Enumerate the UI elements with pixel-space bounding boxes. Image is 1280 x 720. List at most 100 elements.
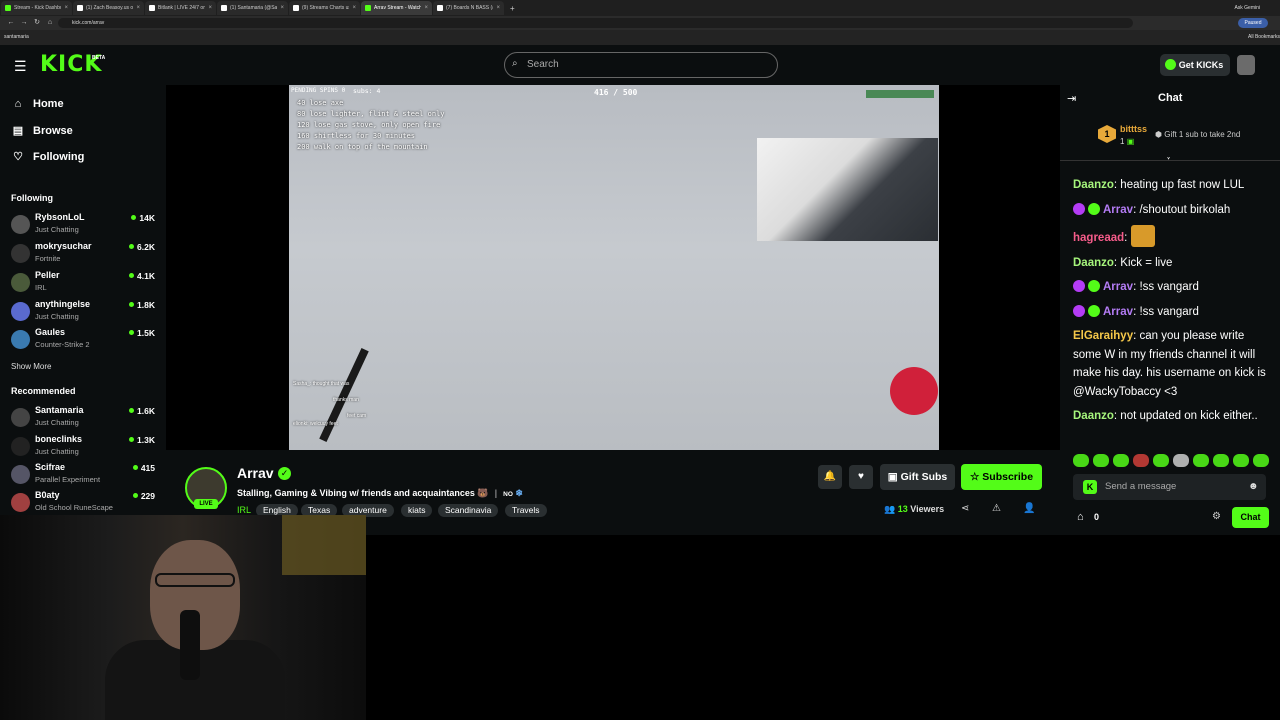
subscribe-button[interactable]: ☆ Subscribe [961, 464, 1042, 490]
browser-tab[interactable]: (7) Boards N BASS (@BoardsN× [433, 1, 504, 15]
chat-send-button[interactable]: Chat [1232, 507, 1269, 528]
report-icon[interactable]: ⚠ [992, 503, 1001, 514]
sidebar-item-home[interactable]: ⌂ Home [12, 98, 64, 110]
stream-tag[interactable]: Scandinavia [438, 504, 499, 517]
sidebar-item-following[interactable]: ♡ Following [12, 150, 84, 164]
tab-favicon-icon [221, 5, 227, 11]
home-icon: ⌂ [14, 98, 22, 110]
back-icon[interactable]: ← [6, 18, 16, 28]
sidebar-channel[interactable]: mokrysuchar Fortnite 6.2K [11, 241, 159, 267]
divider [1060, 160, 1280, 161]
sidebar-channel[interactable]: Peller IRL 4.1K [11, 270, 159, 296]
sidebar-channel[interactable]: Scifrae Parallel Experiment 415 [11, 462, 159, 488]
notification-bell-button[interactable]: 🔔 [818, 465, 842, 489]
tab-favicon-icon [437, 5, 443, 11]
url-field[interactable]: kick.com/arrav [58, 18, 1133, 28]
chat-username[interactable]: ElGaraihyy [1073, 330, 1133, 342]
chat-message-input[interactable]: Send a message [1073, 474, 1266, 500]
store-icon[interactable]: ⌂ [1077, 511, 1084, 523]
chat-message: Daanzo: heating up fast now LUL [1073, 179, 1245, 191]
close-icon[interactable]: × [352, 5, 356, 11]
chat-username[interactable]: Daanzo [1073, 257, 1114, 269]
bookmark-item[interactable]: santamaria [4, 34, 29, 40]
stream-tag[interactable]: Travels [505, 504, 547, 517]
close-icon[interactable]: × [424, 5, 428, 11]
sidebar-channel[interactable]: RybsonLoL Just Chatting 14K [11, 212, 159, 238]
tab-favicon-icon [5, 5, 11, 11]
emote-bar [1073, 454, 1273, 468]
sidebar-channel[interactable]: B0aty Old School RuneScape 229 [11, 490, 159, 516]
share-icon[interactable]: ⋖ [961, 503, 969, 514]
chat-username[interactable]: Daanzo [1073, 410, 1114, 422]
sidebar-channel[interactable]: anythingelse Just Chatting 1.8K [11, 299, 159, 325]
gift-sub-prompt[interactable]: ⬢ Gift 1 sub to take 2nd [1155, 130, 1240, 139]
browser-tab[interactable]: Stream - Kick Dashboard× [1, 1, 72, 15]
add-friend-icon[interactable]: 👤 [1023, 503, 1035, 514]
close-icon[interactable]: × [280, 5, 284, 11]
home-browser-icon[interactable]: ⌂ [45, 18, 55, 28]
sidebar-item-browse[interactable]: ▤ Browse [12, 124, 73, 138]
gear-icon[interactable]: ⚙ [1212, 511, 1221, 522]
chat-username[interactable]: Arrav [1103, 204, 1133, 216]
mic-badge-icon [1073, 304, 1085, 317]
browse-icon: ▤ [12, 125, 24, 137]
chat-username[interactable]: hagreaad [1073, 232, 1124, 244]
emote-button[interactable] [1113, 454, 1129, 467]
close-icon[interactable]: × [136, 5, 140, 11]
store-count: 0 [1094, 512, 1100, 522]
emote-button[interactable] [1153, 454, 1169, 467]
all-bookmarks-link[interactable]: All Bookmarks [1248, 34, 1280, 40]
sidebar-channel[interactable]: Gaules Counter-Strike 2 1.5K [11, 327, 159, 353]
video-facecam [757, 138, 938, 241]
recommended-section-title: Recommended [11, 386, 76, 396]
emote-button[interactable] [1133, 454, 1149, 467]
overlay-subs: subs: 4 [353, 87, 381, 95]
emote-button[interactable] [1193, 454, 1209, 467]
emote-button[interactable] [1233, 454, 1249, 467]
emote-button[interactable] [1073, 454, 1089, 467]
live-dot-icon [129, 244, 135, 249]
close-icon[interactable]: × [64, 5, 68, 11]
gift-icon: ▣ [887, 471, 901, 483]
menu-icon[interactable]: ☰ [14, 58, 27, 75]
emoji-icon[interactable]: ☻ [1248, 481, 1259, 492]
browser-tab[interactable]: (9) Streams Charts us on X:× [289, 1, 360, 15]
webcam-glasses [155, 573, 235, 587]
follow-heart-button[interactable]: ♥ [849, 465, 873, 489]
top-gifter-name[interactable]: bitttss [1120, 124, 1147, 134]
chat-username[interactable]: Daanzo [1073, 179, 1114, 191]
sidebar-channel[interactable]: Santamaria Just Chatting 1.6K [11, 405, 159, 431]
verified-badge-icon [1088, 202, 1100, 215]
emote-button[interactable] [1213, 454, 1229, 467]
stream-tag[interactable]: kiats [401, 504, 433, 517]
browser-tab[interactable]: (1) Zach Beasoy.us on X: "Fact× [73, 1, 144, 15]
chat-username[interactable]: Arrav [1103, 306, 1133, 318]
overlay-progress: 416 / 500 [594, 88, 638, 97]
close-icon[interactable]: × [496, 5, 500, 11]
emote-button[interactable] [1253, 454, 1269, 467]
streamer-name[interactable]: Arrav [237, 465, 274, 481]
browser-tab-active[interactable]: Arrav Stream - Watch Live× [361, 1, 432, 15]
new-tab-icon[interactable]: + [510, 4, 515, 13]
reload-icon[interactable]: ↻ [32, 18, 42, 28]
emote-button[interactable] [1173, 454, 1189, 467]
ask-gemini-button[interactable]: Ask Gemini [1234, 5, 1260, 11]
avatar [11, 302, 30, 321]
gift-subs-button[interactable]: ▣ Gift Subs [880, 464, 955, 490]
show-more-link[interactable]: Show More [11, 362, 51, 371]
sidebar-channel[interactable]: boneclinks Just Chatting 1.3K [11, 434, 159, 460]
kicks-coin-icon [1165, 59, 1176, 70]
browser-tab[interactable]: Bitlank | LIVE 24/7 on X: "We× [145, 1, 216, 15]
browser-tab[interactable]: (1) Santamaria (@Santamaria)× [217, 1, 288, 15]
search-input[interactable]: Search [504, 52, 778, 78]
collapse-chat-icon[interactable]: ⇥ [1067, 92, 1076, 105]
emote-button[interactable] [1093, 454, 1109, 467]
profile-paused-button[interactable]: Paused [1238, 18, 1268, 28]
user-avatar[interactable] [1237, 55, 1255, 75]
live-dot-icon [131, 215, 137, 220]
chat-username[interactable]: Arrav [1103, 281, 1133, 293]
avatar [11, 493, 30, 512]
close-icon[interactable]: × [208, 5, 212, 11]
forward-icon[interactable]: → [19, 18, 29, 28]
kick-emote-icon[interactable]: K [1083, 480, 1097, 494]
